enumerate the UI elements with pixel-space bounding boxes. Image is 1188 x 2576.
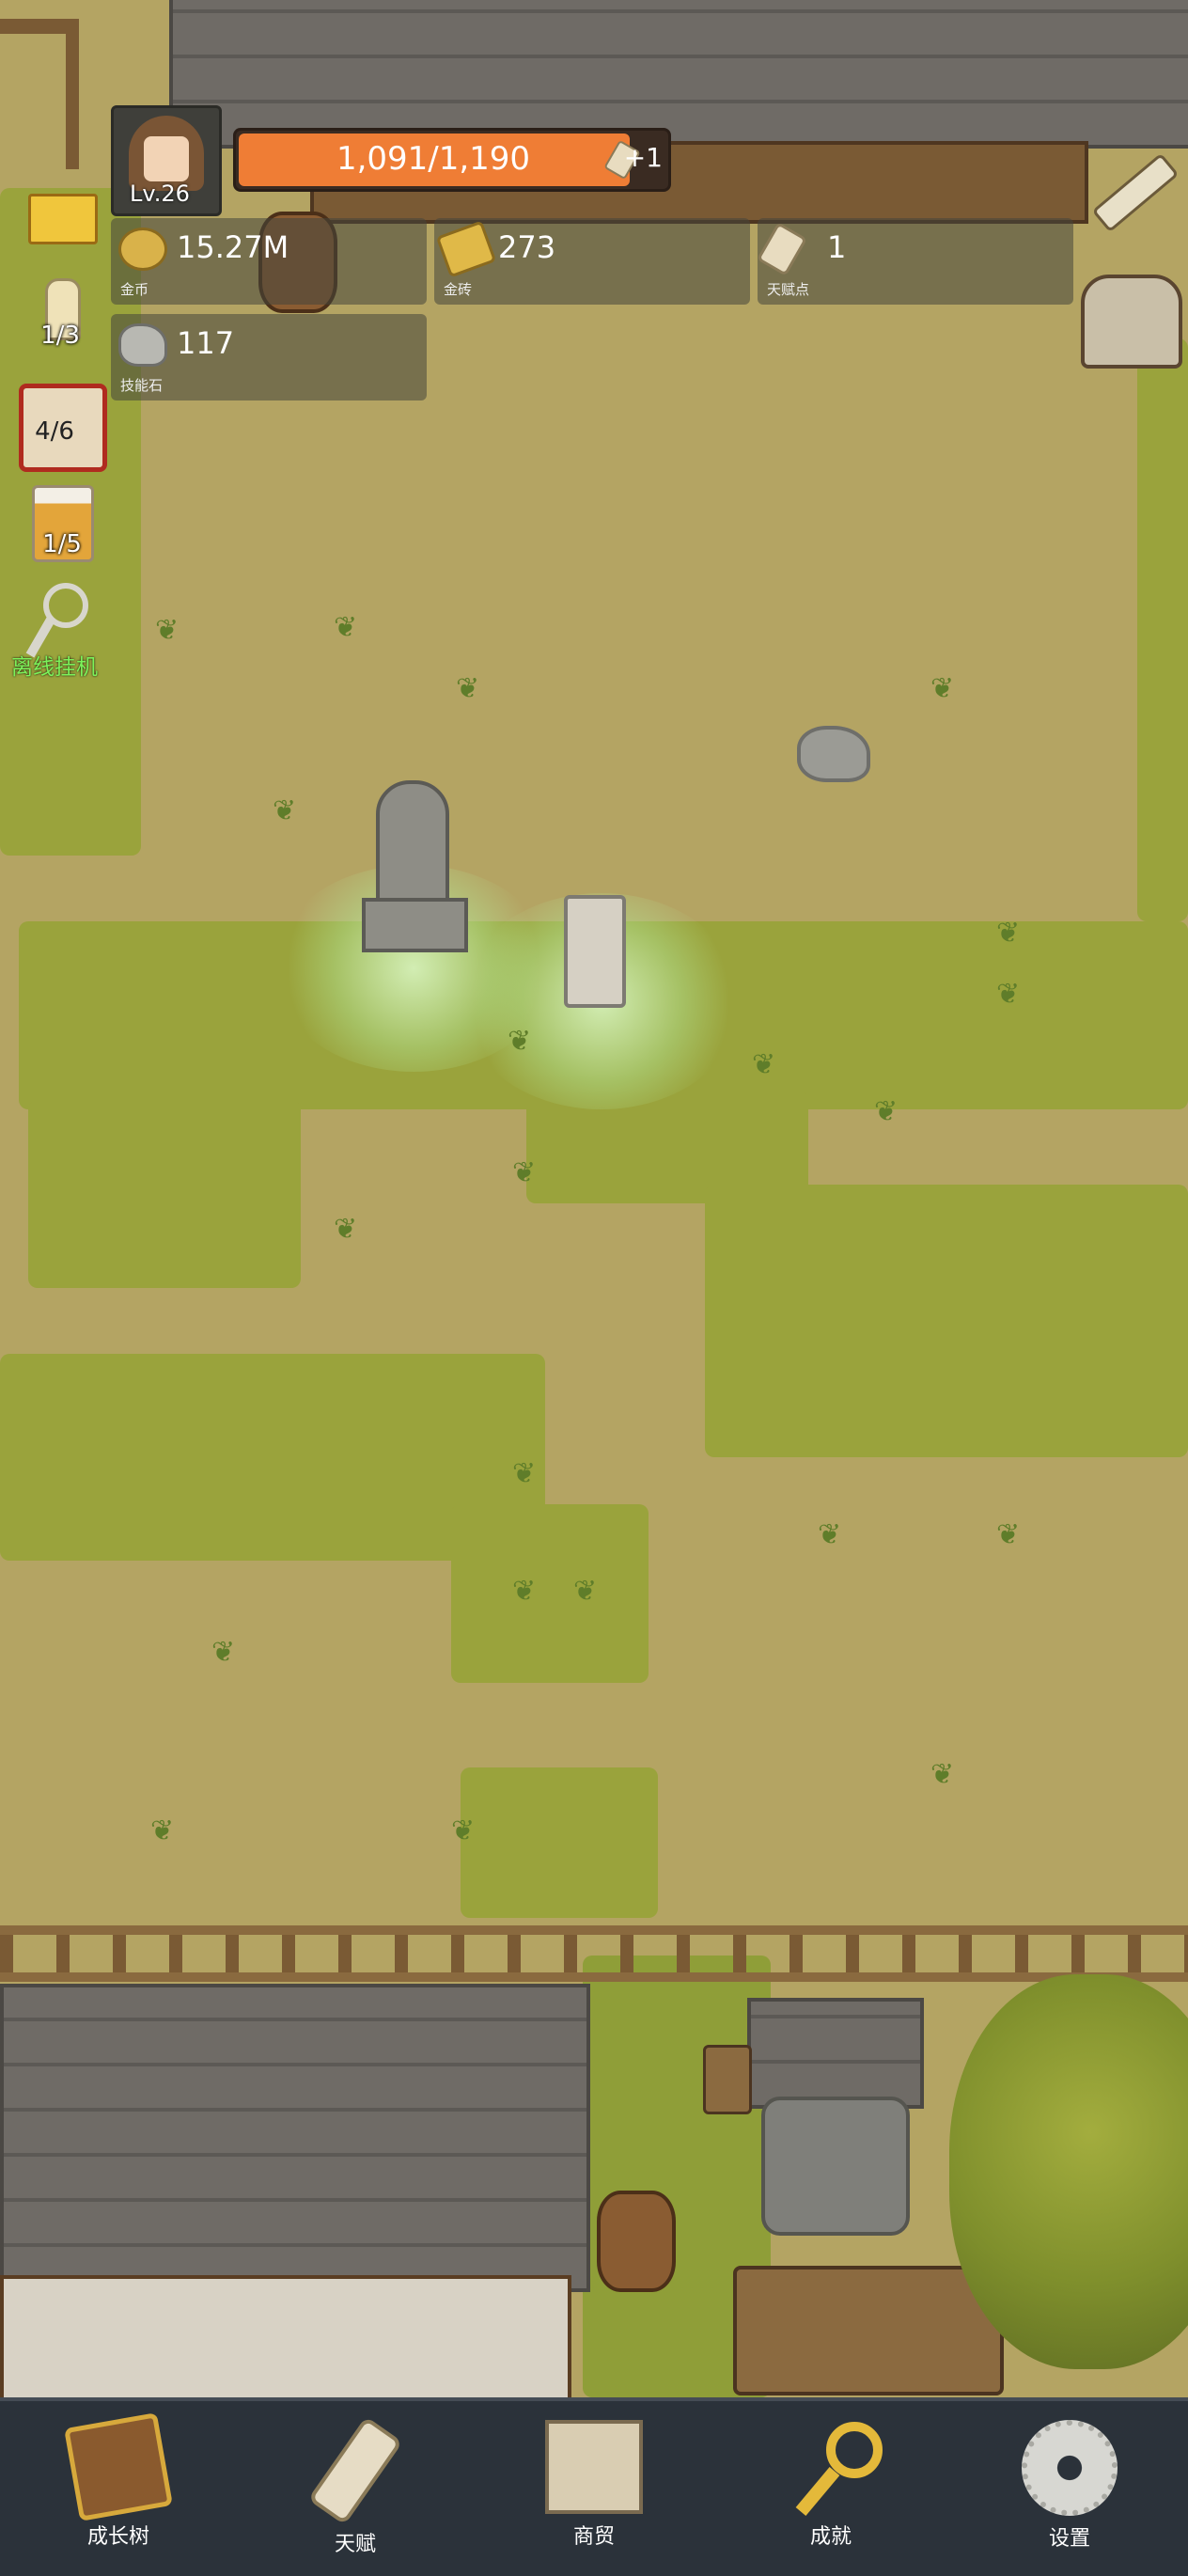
beer-count: 1/5 xyxy=(42,530,82,558)
grass-tuft: ❦ xyxy=(334,611,358,644)
grass-tuft: ❦ xyxy=(996,1518,1021,1551)
nav-settings[interactable]: 设置 xyxy=(994,2420,1145,2561)
nav-label: 成长树 xyxy=(86,2525,149,2549)
grass-tuft: ❦ xyxy=(512,1156,537,1189)
scroll-icon xyxy=(307,2416,403,2525)
grass-tuft: ❦ xyxy=(211,1636,236,1669)
water-bucket xyxy=(703,2045,752,2114)
building-roof-bottom xyxy=(0,1984,590,2292)
grass-tuft: ❦ xyxy=(573,1575,598,1608)
bottom-navigation: 成长树 天赋 商贸 成就 设置 xyxy=(0,2397,1188,2576)
avatar-face xyxy=(144,136,189,181)
grass-tuft: ❦ xyxy=(456,672,480,705)
talent-point-panel[interactable]: 1 天赋点 xyxy=(756,218,1073,305)
gold-brick-icon xyxy=(435,220,497,278)
grass-tuft: ❦ xyxy=(451,1814,476,1847)
candle-item[interactable]: 1/3 xyxy=(24,273,96,350)
nav-label: 成就 xyxy=(809,2525,852,2549)
skill-stone-value: 117 xyxy=(177,325,235,361)
hanging-sign xyxy=(0,19,75,34)
grass-tuft: ❦ xyxy=(874,1095,899,1128)
gear-icon xyxy=(1022,2420,1118,2516)
nav-achievement[interactable]: 成就 xyxy=(756,2420,906,2561)
offline-idle-label: 离线挂机 xyxy=(11,655,98,680)
talent-point-label: 天赋点 xyxy=(767,281,810,298)
candle-count: 1/3 xyxy=(40,322,80,350)
statue-base xyxy=(362,898,468,952)
grass-patch xyxy=(1137,338,1188,921)
grass-tuft: ❦ xyxy=(818,1518,842,1551)
grass-tuft: ❦ xyxy=(512,1575,537,1608)
skill-stone-label: 技能石 xyxy=(120,377,164,394)
grass-tuft: ❦ xyxy=(996,978,1021,1011)
grass-patch xyxy=(28,1100,301,1288)
stone-well[interactable] xyxy=(761,2097,910,2236)
map-icon xyxy=(545,2420,643,2514)
book-icon xyxy=(64,2412,173,2521)
exp-bar: 1,091/1,190 +1 xyxy=(233,128,671,192)
gold-coin-label: 金币 xyxy=(120,281,149,298)
grass-tuft: ❦ xyxy=(273,794,297,827)
nav-growth-tree[interactable]: 成长树 xyxy=(43,2412,194,2561)
wooden-cart xyxy=(733,2266,1004,2395)
building-wall xyxy=(0,2275,571,2397)
gold-coin-icon xyxy=(118,228,167,271)
talent-scroll-icon xyxy=(756,222,808,276)
grass-tuft: ❦ xyxy=(930,1758,955,1791)
dice-count: 4/6 xyxy=(35,417,74,446)
dice-item[interactable]: 4/6 xyxy=(19,384,107,472)
grass-tuft: ❦ xyxy=(752,1048,776,1081)
grass-tuft: ❦ xyxy=(930,672,955,705)
grass-patch xyxy=(705,1185,1188,1457)
grass-patch xyxy=(461,1767,658,1918)
crown-shape xyxy=(28,194,98,244)
skill-stone-icon xyxy=(118,323,167,367)
nav-talent[interactable]: 天赋 xyxy=(280,2416,430,2561)
key-blade xyxy=(795,2467,840,2516)
offline-idle-button[interactable]: 离线挂机 xyxy=(8,583,120,680)
exp-text: 1,091/1,190 xyxy=(336,140,531,178)
nav-label: 商贸 xyxy=(572,2525,615,2549)
grass-tuft: ❦ xyxy=(512,1457,537,1490)
gold-coin-value: 15.27M xyxy=(177,229,289,265)
talent-point-value: 1 xyxy=(827,229,847,265)
grass-tuft: ❦ xyxy=(155,614,180,647)
grass-patch xyxy=(451,1504,649,1683)
grass-tuft: ❦ xyxy=(150,1814,175,1847)
grass-tuft: ❦ xyxy=(996,917,1021,950)
praying-statue[interactable] xyxy=(376,780,449,910)
beer-item[interactable]: 1/5 xyxy=(26,481,98,562)
key-icon xyxy=(779,2420,883,2516)
hanging-sign xyxy=(66,19,79,169)
tree xyxy=(949,1974,1188,2369)
nav-trade[interactable]: 商贸 xyxy=(519,2420,669,2561)
treasure-chest-icon[interactable] xyxy=(1081,275,1182,369)
gold-brick-label: 金砖 xyxy=(444,281,473,298)
well-roof xyxy=(747,1998,924,2109)
grass-tuft: ❦ xyxy=(508,1025,532,1058)
companion-character[interactable] xyxy=(564,895,626,1008)
nav-label: 天赋 xyxy=(334,2533,376,2556)
ore-rock[interactable] xyxy=(797,726,870,782)
key-bow xyxy=(826,2422,883,2478)
nav-label: 设置 xyxy=(1048,2527,1090,2551)
wooden-fence xyxy=(0,1925,1188,1982)
gold-brick-value: 273 xyxy=(498,229,556,265)
gold-coin-panel[interactable]: 15.27M 金币 xyxy=(111,218,427,305)
barrel xyxy=(597,2191,676,2292)
crown-icon[interactable] xyxy=(24,177,98,248)
exp-bonus: +1 xyxy=(623,142,663,173)
grass-tuft: ❦ xyxy=(334,1213,358,1246)
player-level: Lv.26 xyxy=(130,181,190,207)
building-roof-top xyxy=(169,0,1188,149)
skill-stone-panel[interactable]: 117 技能石 xyxy=(111,314,427,401)
gold-brick-panel[interactable]: 273 金砖 xyxy=(434,218,750,305)
